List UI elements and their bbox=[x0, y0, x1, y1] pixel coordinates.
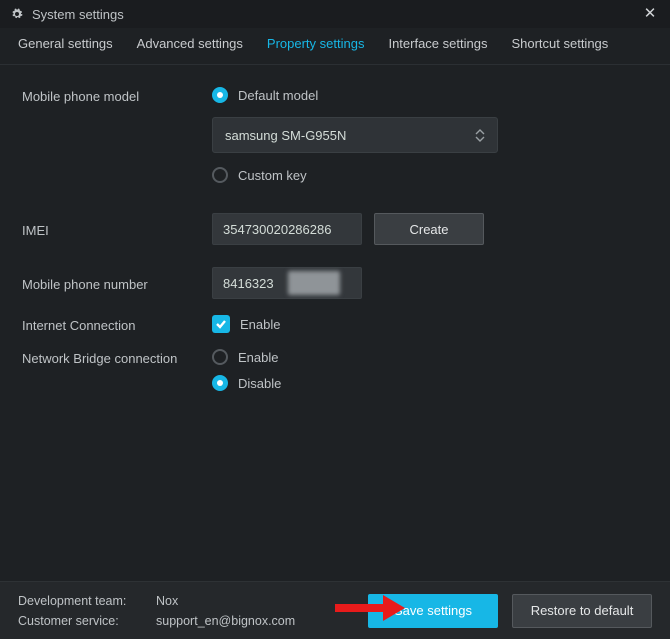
radio-bridge-disable-label: Disable bbox=[238, 376, 281, 391]
tab-shortcut[interactable]: Shortcut settings bbox=[507, 34, 612, 59]
label-phone: Mobile phone number bbox=[22, 275, 212, 292]
radio-custom-key[interactable]: Custom key bbox=[212, 167, 480, 183]
main-panel: Mobile phone model Default model samsung… bbox=[0, 65, 670, 565]
dev-team-value: Nox bbox=[156, 594, 178, 608]
model-dropdown-value: samsung SM-G955N bbox=[225, 128, 346, 143]
chevron-updown-icon bbox=[475, 129, 485, 142]
label-imei: IMEI bbox=[22, 221, 212, 238]
window-title: System settings bbox=[32, 7, 124, 22]
label-bridge: Network Bridge connection bbox=[22, 349, 212, 366]
imei-input[interactable] bbox=[212, 213, 362, 245]
save-button[interactable]: Save settings bbox=[368, 594, 498, 628]
footer: Development team: Nox Customer service: … bbox=[0, 581, 670, 639]
label-model: Mobile phone model bbox=[22, 87, 212, 104]
cs-label: Customer service: bbox=[18, 614, 146, 628]
close-icon[interactable]: ✕ bbox=[640, 4, 660, 24]
create-imei-button[interactable]: Create bbox=[374, 213, 484, 245]
radio-dot-icon bbox=[212, 87, 228, 103]
cs-value: support_en@bignox.com bbox=[156, 614, 295, 628]
radio-dot-icon bbox=[212, 167, 228, 183]
footer-meta: Development team: Nox Customer service: … bbox=[18, 594, 295, 628]
model-dropdown[interactable]: samsung SM-G955N bbox=[212, 117, 498, 153]
tabs: General settings Advanced settings Prope… bbox=[0, 28, 670, 65]
titlebar: System settings ✕ bbox=[0, 0, 670, 28]
check-icon bbox=[212, 315, 230, 333]
tab-interface[interactable]: Interface settings bbox=[384, 34, 491, 59]
internet-enable-checkbox[interactable]: Enable bbox=[212, 315, 280, 333]
restore-button[interactable]: Restore to default bbox=[512, 594, 652, 628]
gear-icon bbox=[10, 7, 24, 21]
tab-general[interactable]: General settings bbox=[14, 34, 117, 59]
tab-advanced[interactable]: Advanced settings bbox=[133, 34, 247, 59]
label-internet: Internet Connection bbox=[22, 316, 212, 333]
radio-bridge-enable[interactable]: Enable bbox=[212, 349, 281, 365]
radio-default-model[interactable]: Default model bbox=[212, 87, 480, 103]
tab-property[interactable]: Property settings bbox=[263, 34, 369, 59]
radio-default-model-label: Default model bbox=[238, 88, 318, 103]
dev-team-label: Development team: bbox=[18, 594, 146, 608]
phone-input[interactable] bbox=[212, 267, 362, 299]
radio-dot-icon bbox=[212, 349, 228, 365]
radio-custom-key-label: Custom key bbox=[238, 168, 307, 183]
internet-enable-label: Enable bbox=[240, 317, 280, 332]
radio-bridge-disable[interactable]: Disable bbox=[212, 375, 281, 391]
radio-bridge-enable-label: Enable bbox=[238, 350, 278, 365]
radio-dot-icon bbox=[212, 375, 228, 391]
